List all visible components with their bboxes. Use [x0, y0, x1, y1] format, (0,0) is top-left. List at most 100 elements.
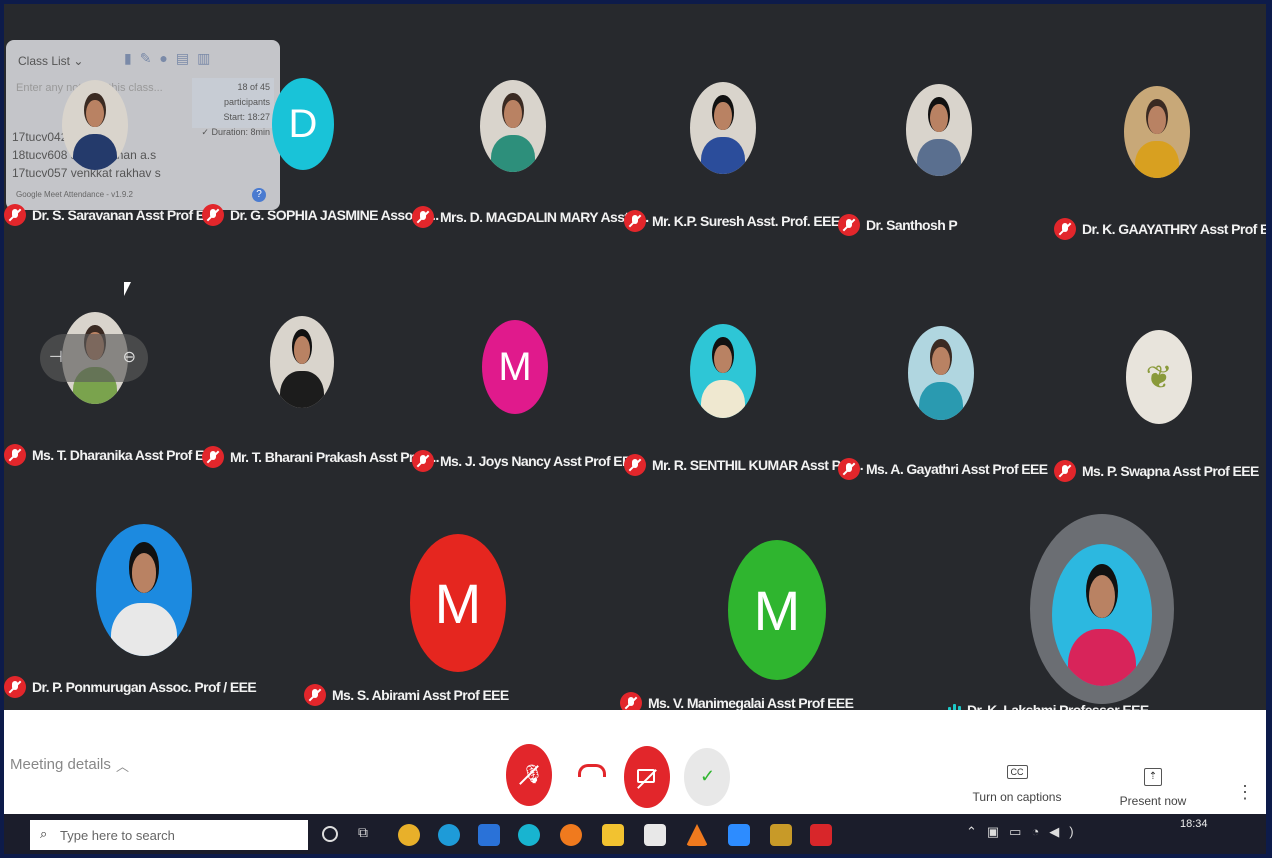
participant-avatar: M [410, 534, 506, 672]
participant-avatar: D [272, 78, 334, 170]
participant-name-row: Ms. A. Gayathri Asst Prof EEE [838, 458, 1048, 480]
mic-off-icon [1054, 460, 1076, 482]
mic-off-icon [4, 444, 26, 466]
present-label: Present now [1119, 794, 1187, 808]
participant-tile-speaking: Dr. K. Lakshmi Professor EEE [938, 514, 1266, 734]
edge-icon[interactable] [438, 824, 460, 846]
captions-button[interactable]: CC Turn on captions [962, 762, 1072, 812]
participant-tile: M Ms. J. Joys Nancy Asst Prof EEE [412, 304, 640, 484]
clock-time: 18:34 [1180, 818, 1208, 830]
participant-avatar [62, 80, 128, 170]
participant-tile: ⊣ ⊖ Ms. T. Dharanika Asst Prof EEE [4, 304, 224, 484]
chevron-up-icon[interactable]: ︿ [116, 756, 129, 775]
participant-avatar: M [728, 540, 826, 680]
chrome-icon[interactable] [398, 824, 420, 846]
participant-name: Ms. T. Dharanika Asst Prof EEE [32, 447, 222, 463]
camera-off-button[interactable] [624, 746, 670, 808]
extension-check-button[interactable]: ✓ [684, 748, 730, 806]
system-tray-icons[interactable]: ⌃▣▭◔◀) [966, 824, 1084, 840]
avatar-letter: M [498, 344, 532, 389]
more-options-icon[interactable]: ⋮ [1236, 782, 1254, 803]
participant-name-row: Ms. P. Swapna Asst Prof EEE [1054, 460, 1259, 482]
mic-off-icon [304, 684, 326, 706]
present-now-button[interactable]: ⇡ Present now [1108, 766, 1198, 816]
participant-name: Dr. K. GAAYATHRY Asst Prof EEE [1082, 221, 1266, 237]
mic-off-icon [4, 676, 26, 698]
mic-off-icon [838, 458, 860, 480]
avatar-letter: M [434, 571, 482, 635]
vlc-icon[interactable] [686, 824, 708, 846]
cortana-icon[interactable] [322, 826, 338, 842]
mic-off-icon [624, 210, 646, 232]
present-icon: ⇡ [1144, 768, 1162, 786]
participant-avatar [690, 82, 756, 174]
plant-image: ❦ [1145, 359, 1173, 395]
mic-off-icon [4, 204, 26, 226]
participant-tile: Dr. S. Saravanan Asst Prof EEE [4, 64, 224, 244]
participant-avatar: ❦ [1126, 330, 1192, 424]
participant-tile: Mrs. D. MAGDALIN MARY Asst P... [412, 64, 649, 244]
participant-tile: ❦ Ms. P. Swapna Asst Prof EEE [1054, 304, 1264, 484]
participant-avatar [908, 326, 974, 420]
participant-tile: Dr. K. GAAYATHRY Asst Prof EEE [1054, 64, 1266, 244]
participant-tile: M Ms. V. Manimegalai Asst Prof EEE [620, 514, 920, 714]
participant-name: Ms. P. Swapna Asst Prof EEE [1082, 463, 1259, 479]
search-icon: ⌕ [40, 826, 48, 841]
mic-off-icon [202, 446, 224, 468]
participant-avatar: M [482, 320, 548, 414]
participant-name-row: Mrs. D. MAGDALIN MARY Asst P... [412, 206, 649, 228]
store-icon[interactable] [644, 824, 666, 846]
participant-name-row: Mr. K.P. Suresh Asst. Prof. EEE [624, 210, 840, 232]
meet-window: Class List ⌄ ▮✎●▤▥ Enter any notes to th… [4, 4, 1266, 854]
participant-name-row: Mr. T. Bharani Prakash Asst Prof ... [202, 446, 440, 468]
participant-name-row: Dr. S. Saravanan Asst Prof EEE [4, 204, 223, 226]
mail-icon[interactable] [478, 824, 500, 846]
search-placeholder: Type here to search [60, 828, 175, 843]
participant-avatar [1124, 86, 1190, 178]
participant-avatar [690, 324, 756, 418]
participant-tile: D Dr. G. SOPHIA JASMINE Asso Pr... [202, 64, 439, 244]
taskbar-search[interactable]: ⌕ Type here to search [30, 820, 308, 850]
pdf-icon[interactable] [810, 824, 832, 846]
check-icon: ✓ [700, 766, 716, 786]
mic-off-icon [412, 206, 434, 228]
participant-name-row: Ms. T. Dharanika Asst Prof EEE [4, 444, 222, 466]
participant-name: Ms. J. Joys Nancy Asst Prof EEE [440, 453, 640, 469]
participant-name: Dr. P. Ponmurugan Assoc. Prof / EEE [32, 679, 257, 695]
participant-name-row: Ms. J. Joys Nancy Asst Prof EEE [412, 450, 640, 472]
firefox-icon[interactable] [560, 824, 582, 846]
task-view-icon[interactable]: ⧉ [358, 824, 368, 841]
participant-name-row: Dr. P. Ponmurugan Assoc. Prof / EEE [4, 676, 257, 698]
captions-icon: CC [1006, 765, 1028, 779]
participant-name: Mr. K.P. Suresh Asst. Prof. EEE [652, 213, 840, 229]
meeting-details-button[interactable]: Meeting details [10, 756, 111, 773]
participant-name: Dr. Santhosh P [866, 217, 958, 233]
app-icon[interactable] [770, 824, 792, 846]
mic-off-button[interactable]: 🎙 [506, 744, 552, 806]
mic-off-icon [838, 214, 860, 236]
zoom-icon[interactable] [728, 824, 750, 846]
participant-tile: Dr. Santhosh P [838, 64, 1058, 244]
leave-call-button[interactable] [578, 764, 606, 777]
participant-avatar [96, 524, 192, 656]
avatar-letter: D [288, 101, 318, 146]
mic-off-icon [202, 204, 224, 226]
participant-avatar [906, 84, 972, 176]
participant-name: Dr. G. SOPHIA JASMINE Asso Pr... [230, 207, 439, 223]
windows-taskbar: ⌕ Type here to search ⧉ ⌃▣▭◔◀) 18:34 [4, 814, 1266, 854]
participant-avatar [270, 316, 334, 408]
participant-tile: M Ms. S. Abirami Asst Prof EEE [304, 514, 604, 706]
mic-off-icon [624, 454, 646, 476]
remove-icon[interactable]: ⊖ [123, 334, 136, 382]
pin-button[interactable]: ⊣ ⊖ [40, 334, 148, 382]
participant-name: Ms. A. Gayathri Asst Prof EEE [866, 461, 1048, 477]
participant-avatar [1052, 544, 1152, 686]
cortana-app-icon[interactable] [518, 824, 540, 846]
participant-name-row: Mr. R. SENTHIL KUMAR Asst Pro... [624, 454, 864, 476]
participant-avatar [480, 80, 546, 172]
mic-off-icon [412, 450, 434, 472]
participant-name: Mr. R. SENTHIL KUMAR Asst Pro... [652, 457, 864, 473]
participant-name: Ms. V. Manimegalai Asst Prof EEE [648, 695, 854, 711]
file-explorer-icon[interactable] [602, 824, 624, 846]
participant-name-row: Dr. Santhosh P [838, 214, 958, 236]
